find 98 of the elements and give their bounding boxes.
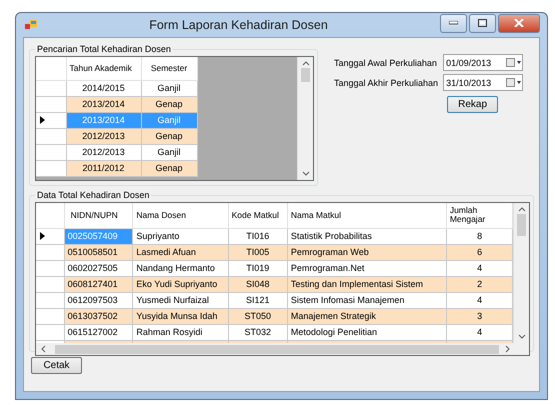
table-cell: Statistik Probabilitas xyxy=(287,228,446,244)
rekap-button[interactable]: Rekap xyxy=(447,96,498,113)
column-header[interactable]: Nama Dosen xyxy=(132,203,228,228)
column-header[interactable]: Tahun Akademik xyxy=(66,57,141,80)
group-title: Data Total Kehadiran Dosen xyxy=(36,190,150,200)
grid-row[interactable]: 0612097503 Yusmedi Nurfaizal SI121 Sistem Infomasi Manajemen 4 xyxy=(36,292,513,308)
column-header[interactable]: Kode Matkul xyxy=(228,203,288,228)
table-cell: Metodologi Penelitian xyxy=(287,324,446,340)
table-cell: 0613037502 xyxy=(64,308,133,324)
table-cell: SI048 xyxy=(228,276,288,292)
table-cell: 4 xyxy=(446,324,513,340)
table-cell: Yusyida Munsa Idah xyxy=(132,308,228,324)
grid-row[interactable]: 2012/2013 Genap xyxy=(36,128,197,144)
grid-row[interactable]: 0615127002 Rahman Rosyidi ST032 Metodologi Penelitian 4 xyxy=(36,324,513,340)
close-button[interactable] xyxy=(498,14,540,32)
vertical-scrollbar[interactable] xyxy=(297,57,313,180)
scroll-right-icon[interactable] xyxy=(504,345,511,353)
table-cell: Sistem Infomasi Manajemen xyxy=(287,292,446,308)
table-cell: Pemrograman Web xyxy=(287,244,446,260)
scroll-down-icon[interactable] xyxy=(518,334,526,339)
table-cell: TI005 xyxy=(228,244,288,260)
scroll-up-icon[interactable] xyxy=(518,207,526,212)
table-cell: Rahman Rosyidi xyxy=(132,324,228,340)
horizontal-scrollbar[interactable] xyxy=(36,343,529,355)
calendar-dropdown-icon xyxy=(506,78,522,87)
scroll-up-icon[interactable] xyxy=(302,61,309,66)
maximize-button[interactable] xyxy=(469,14,496,32)
table-cell: 0612097503 xyxy=(64,292,133,308)
table-cell: 2011/2012 xyxy=(66,160,141,176)
table-cell: ST050 xyxy=(228,308,288,324)
table-cell: 2013/2014 xyxy=(66,96,141,112)
current-row-icon xyxy=(40,232,45,240)
column-header[interactable]: Jumlah Mengajar xyxy=(446,203,513,228)
grid-row[interactable]: 0608127401 Eko Yudi Supriyanto SI048 Testing dan Implementasi Sistem 2 xyxy=(36,276,513,292)
field-label: Tanggal Awal Perkuliahan xyxy=(334,58,438,68)
table-cell: TI019 xyxy=(228,260,288,276)
table-cell: 6 xyxy=(446,244,513,260)
table-cell: 0025057409 xyxy=(64,228,133,244)
table-cell: Pemrograman.Net xyxy=(287,260,446,276)
group-title: Pencarian Total Kehadiran Dosen xyxy=(36,44,172,54)
table-cell: 4 xyxy=(446,260,513,276)
table-cell: ST032 xyxy=(228,324,288,340)
table-cell: 2012/2013 xyxy=(66,144,141,160)
close-icon xyxy=(514,19,524,27)
table-cell: Supriyanto xyxy=(132,228,228,244)
window-title: Form Laporan Kehadiran Dosen xyxy=(148,18,329,32)
table-cell: SI121 xyxy=(228,292,288,308)
column-header[interactable]: NIDN/NUPN xyxy=(64,203,133,228)
table-cell: 3 xyxy=(446,308,513,324)
table-cell: Nandang Hermanto xyxy=(132,260,228,276)
date-picker[interactable]: 01/09/2013 xyxy=(443,54,524,71)
table-cell: Ganjil xyxy=(141,112,197,128)
vertical-scrollbar[interactable] xyxy=(513,203,529,343)
column-header[interactable]: Nama Matkul xyxy=(287,203,446,228)
maximize-icon xyxy=(478,19,487,27)
table-cell: Eko Yudi Supriyanto xyxy=(132,276,228,292)
table-cell: 2014/2015 xyxy=(66,80,141,96)
table-cell: 0602027505 xyxy=(64,260,133,276)
column-header[interactable]: Semester xyxy=(141,57,197,80)
calendar-dropdown-icon xyxy=(506,58,522,67)
field-label: Tanggal Akhir Perkuliahan xyxy=(334,78,438,88)
table-cell: Lasmedi Afuan xyxy=(132,244,228,260)
scroll-thumb[interactable] xyxy=(517,214,526,236)
grid-row[interactable]: 2014/2015 Ganjil xyxy=(36,80,197,96)
table-cell: Ganjil xyxy=(141,144,197,160)
app-icon xyxy=(25,20,37,30)
grid-row[interactable]: 0025057409 Supriyanto TI016 Statistik Probabilitas 8 xyxy=(36,228,513,244)
scroll-left-icon[interactable] xyxy=(40,345,47,353)
table-cell: 2012/2013 xyxy=(66,128,141,144)
minimize-button[interactable] xyxy=(440,14,467,32)
table-cell: Testing dan Implementasi Sistem xyxy=(287,276,446,292)
scroll-thumb[interactable] xyxy=(301,68,310,82)
table-cell: 0608127401 xyxy=(64,276,133,292)
table-cell: Genap xyxy=(141,160,197,176)
table-cell: Genap xyxy=(141,96,197,112)
table-cell: Yusmedi Nurfaizal xyxy=(132,292,228,308)
table-cell: 2013/2014 xyxy=(66,112,141,128)
table-cell: 2 xyxy=(446,276,513,292)
print-button[interactable]: Cetak xyxy=(31,357,82,374)
table-cell: TI016 xyxy=(228,228,288,244)
grid-row[interactable]: 0602027505 Nandang Hermanto TI019 Pemrograman.Net 4 xyxy=(36,260,513,276)
table-cell: 8 xyxy=(446,228,513,244)
table-cell: Ganjil xyxy=(141,80,197,96)
minimize-icon xyxy=(449,21,458,25)
table-cell: 0615127002 xyxy=(64,324,133,340)
table-cell: Genap xyxy=(141,128,197,144)
grid-row[interactable]: 2011/2012 Genap xyxy=(36,160,197,176)
grid-row[interactable]: 2013/2014 Genap xyxy=(36,96,197,112)
grid-row[interactable]: 0613037502 Yusyida Munsa Idah ST050 Manajemen Strategik 3 xyxy=(36,308,513,324)
scroll-down-icon[interactable] xyxy=(302,172,309,176)
date-picker[interactable]: 31/10/2013 xyxy=(443,74,524,91)
table-cell: Manajemen Strategik xyxy=(287,308,446,324)
grid-row[interactable]: 0510058501 Lasmedi Afuan TI005 Pemrograman Web 6 xyxy=(36,244,513,260)
current-row-icon xyxy=(40,116,45,124)
table-cell: 4 xyxy=(446,292,513,308)
table-cell: 0510058501 xyxy=(64,244,133,260)
scroll-thumb[interactable] xyxy=(55,344,499,354)
grid-row[interactable]: 2012/2013 Ganjil xyxy=(36,144,197,160)
